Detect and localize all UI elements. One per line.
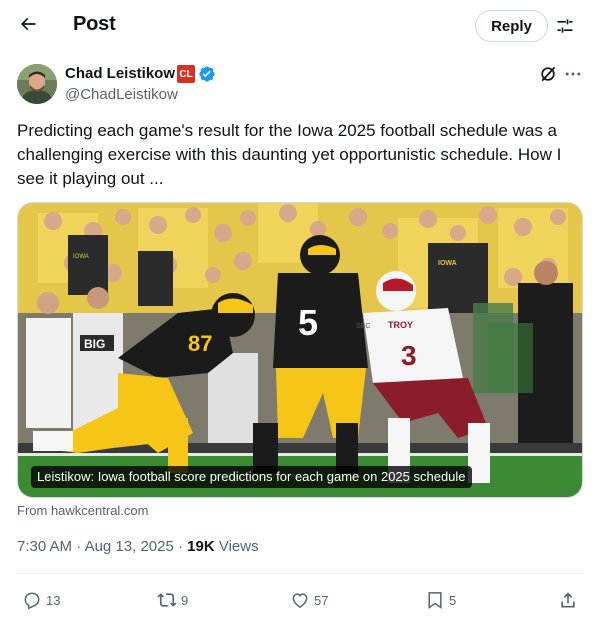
more-options-button[interactable] — [563, 64, 583, 84]
more-dots-icon — [565, 72, 581, 76]
big-ten-logo-text: BIG — [84, 337, 105, 351]
tweet-text: Predicting each game's result for the Io… — [17, 121, 562, 188]
top-bar: Post Reply — [0, 0, 600, 52]
jersey-number: 3 — [401, 340, 417, 371]
arrow-left-icon — [21, 17, 36, 31]
filter-button[interactable] — [553, 14, 577, 38]
page-title: Post — [73, 13, 116, 35]
fan-shirt-text: IOWA — [73, 254, 89, 260]
repost-icon — [157, 593, 177, 607]
repost-count: 9 — [181, 592, 189, 608]
author-handle[interactable]: @ChadLeistikow — [65, 86, 178, 103]
meta-separator: · — [177, 538, 188, 555]
bookmark-action[interactable]: 5 — [425, 588, 456, 612]
grok-button[interactable] — [538, 64, 558, 84]
like-action[interactable]: 57 — [290, 588, 328, 612]
fan-shirt-text: IOWA — [438, 260, 457, 267]
reply-action[interactable]: 13 — [22, 588, 60, 612]
views-count: 19K — [187, 538, 215, 555]
card-source[interactable]: From hawkcentral.com — [17, 503, 148, 518]
bookmark-icon — [428, 592, 442, 609]
reply-count: 13 — [46, 592, 61, 608]
bookmark-count: 5 — [449, 592, 457, 608]
share-action[interactable] — [558, 588, 578, 612]
tweet-time[interactable]: 7:30 AM — [17, 538, 72, 555]
reply-button[interactable]: Reply — [475, 10, 548, 42]
share-icon — [561, 592, 575, 608]
jersey-number: 87 — [188, 331, 212, 356]
meta-separator: · — [76, 538, 85, 555]
sliders-icon — [557, 19, 573, 33]
back-button[interactable] — [14, 10, 42, 38]
repost-action[interactable]: 9 — [157, 588, 188, 612]
affiliation-badge[interactable]: CL — [177, 65, 195, 83]
tweet-date[interactable]: Aug 13, 2025 — [85, 538, 174, 555]
reply-icon — [24, 592, 40, 610]
troy-logo-text: TROY — [388, 320, 413, 330]
like-count: 57 — [314, 592, 329, 608]
action-bar: 13 9 57 5 — [0, 576, 600, 622]
jersey-number: 5 — [298, 302, 318, 343]
author-name[interactable]: Chad Leistikow — [65, 65, 175, 82]
avatar[interactable] — [17, 64, 57, 104]
link-card[interactable]: IOWA IOWA BIG 87 5 TROY SBC 3 Leistikow:… — [17, 202, 583, 498]
heart-icon — [292, 593, 308, 608]
views-label: Views — [218, 538, 259, 555]
grok-icon — [541, 66, 556, 82]
verified-badge-icon — [198, 65, 216, 83]
card-caption: Leistikow: Iowa football score predictio… — [31, 466, 472, 488]
card-photo: IOWA IOWA BIG 87 5 TROY SBC 3 — [18, 203, 582, 497]
divider — [17, 573, 583, 574]
sbc-patch-text: SBC — [356, 323, 370, 330]
tweet-meta: 7:30 AM · Aug 13, 2025 · 19K Views — [17, 538, 259, 555]
